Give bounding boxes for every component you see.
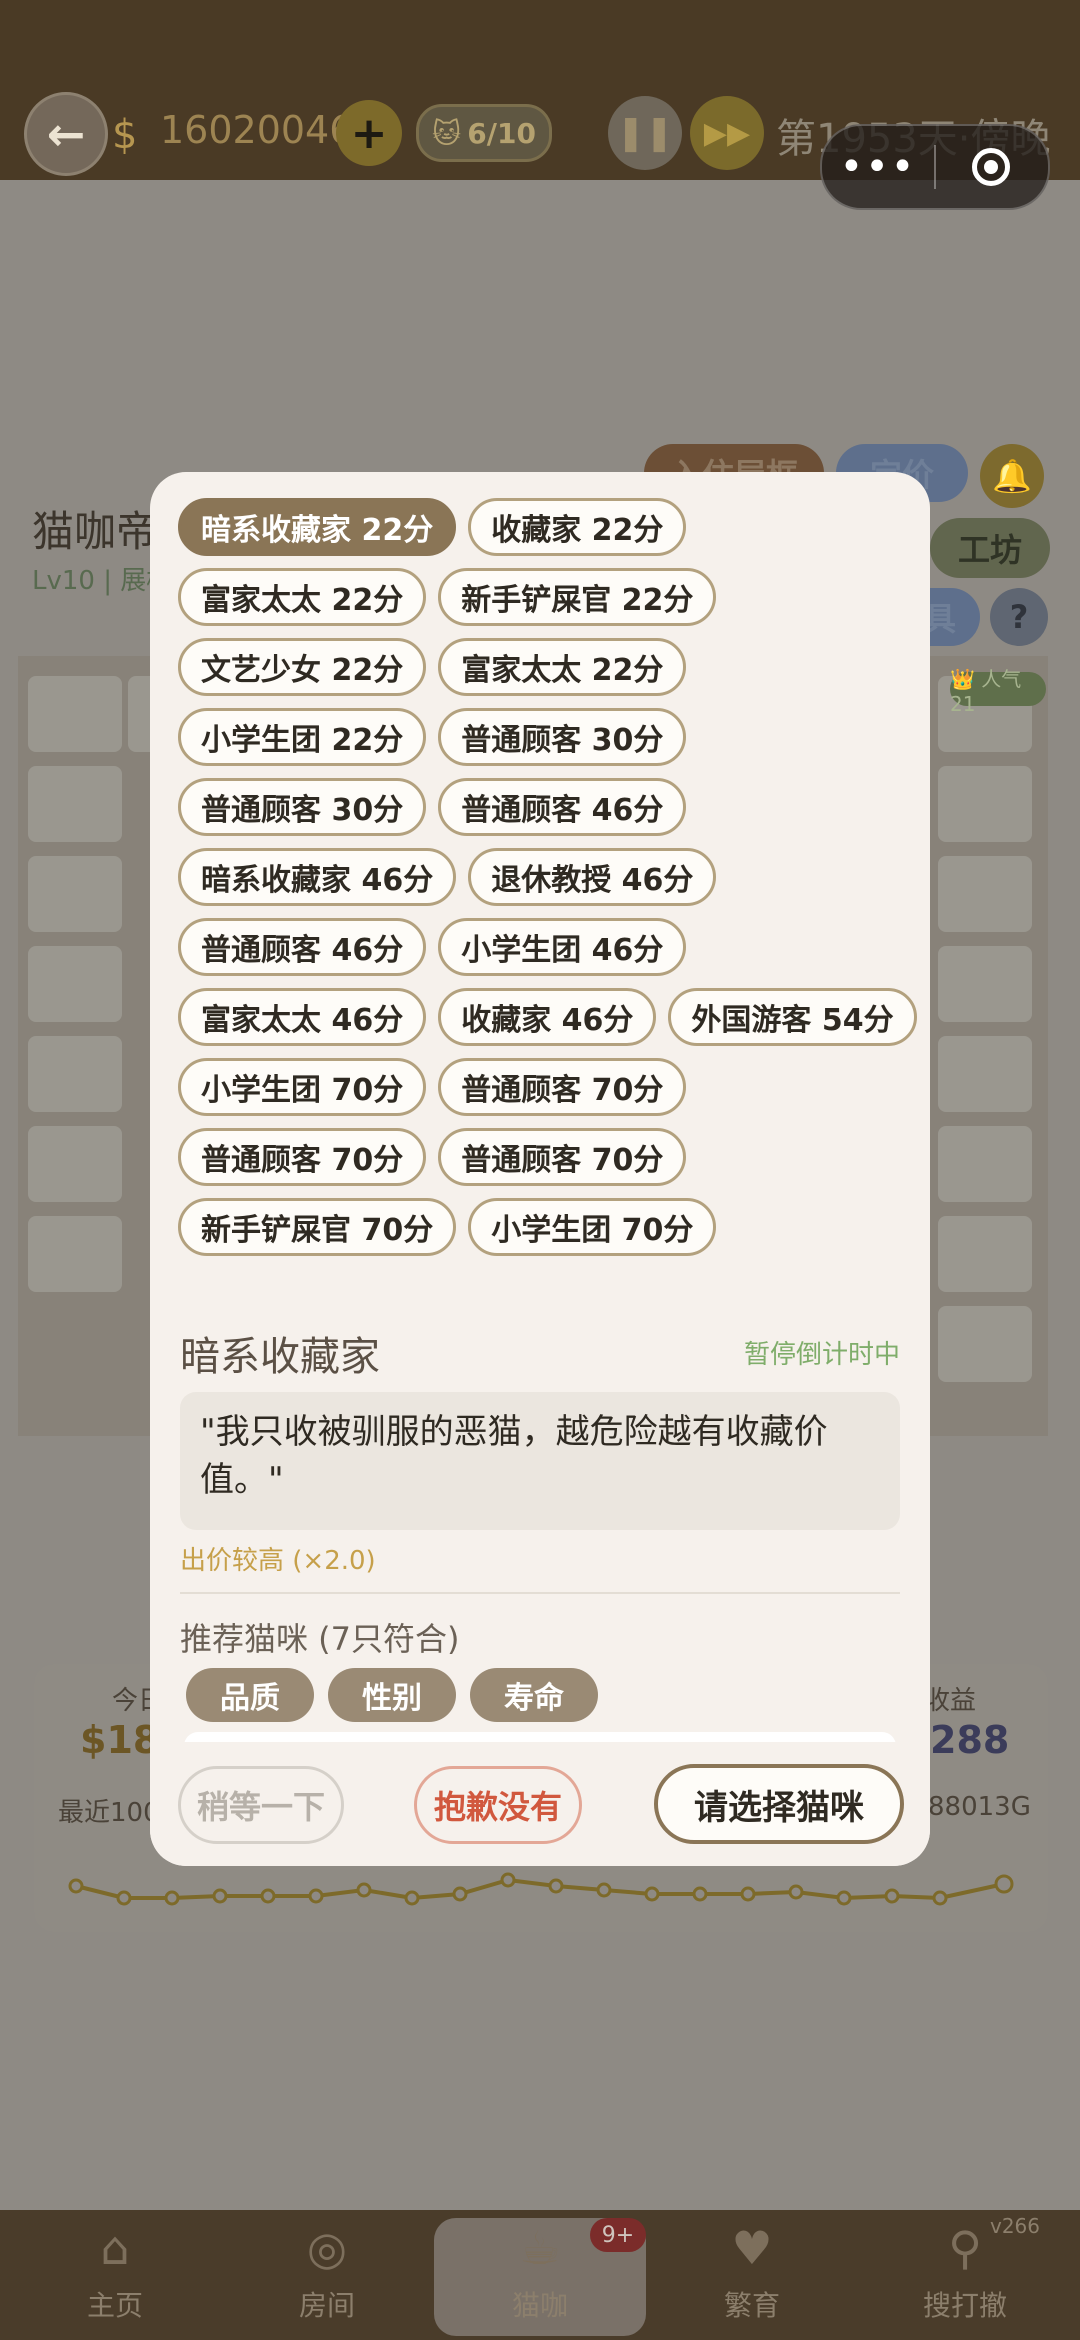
customer-tag[interactable]: 普通顾客 30分 xyxy=(438,708,687,766)
nav-breeding[interactable]: ♥ 繁育 xyxy=(677,2218,827,2324)
wait-button[interactable]: 稍等一下 xyxy=(178,1766,344,1844)
workshop-button[interactable]: 工坊 xyxy=(930,518,1050,578)
customer-tag[interactable]: 普通顾客 70分 xyxy=(438,1128,687,1186)
nav-breeding-label: 繁育 xyxy=(723,2289,780,2322)
customer-tag[interactable]: 小学生团 46分 xyxy=(438,918,687,976)
version-label: v266 xyxy=(990,2214,1041,2238)
more-options-icon[interactable]: ••• xyxy=(822,144,934,190)
help-icon[interactable]: ? xyxy=(990,588,1048,646)
close-miniprogram-button[interactable] xyxy=(936,148,1046,186)
notification-badge: 9+ xyxy=(590,2218,646,2252)
customer-tag[interactable]: 普通顾客 30分 xyxy=(178,778,427,836)
back-arrow-icon[interactable]: ← xyxy=(24,92,108,176)
close-ring-icon xyxy=(972,148,1010,186)
customer-tag[interactable]: 暗系收藏家 46分 xyxy=(178,848,457,906)
customer-modal: 暗系收藏家 22分 收藏家 22分 富家太太 22分 新手铲屎官 22分 文艺少… xyxy=(150,472,930,1866)
customer-tag[interactable]: 收藏家 22分 xyxy=(468,498,687,556)
customer-tag[interactable]: 富家太太 46分 xyxy=(178,988,427,1046)
customer-tag-list: 暗系收藏家 22分 收藏家 22分 富家太太 22分 新手铲屎官 22分 文艺少… xyxy=(178,498,917,1268)
money-balance: 16020046 xyxy=(160,108,354,152)
earnings-value: 288 xyxy=(930,1718,1010,1762)
nav-search-label: 搜打撤 xyxy=(922,2289,1007,2322)
pause-icon[interactable]: ❚❚ xyxy=(608,96,682,170)
filter-gender[interactable]: 性别 xyxy=(328,1668,456,1722)
recommend-title: 推荐猫咪 (7只符合) xyxy=(180,1620,460,1658)
customer-tag[interactable]: 暗系收藏家 22分 xyxy=(178,498,457,556)
customer-tag[interactable]: 普通顾客 46分 xyxy=(438,778,687,836)
customer-tag[interactable]: 收藏家 46分 xyxy=(438,988,657,1046)
breeding-icon: ♥ xyxy=(731,2221,773,2275)
plus-icon[interactable]: + xyxy=(336,100,402,166)
nav-home[interactable]: ⌂ 主页 xyxy=(40,2218,190,2324)
house-icon: ⌂ xyxy=(100,2221,130,2275)
nav-room-label: 房间 xyxy=(298,2289,355,2322)
filter-lifespan[interactable]: 寿命 xyxy=(470,1668,598,1722)
customer-tag[interactable]: 小学生团 22分 xyxy=(178,708,427,766)
fast-forward-icon[interactable]: ▶▶ xyxy=(690,96,764,170)
customer-tag[interactable]: 普通顾客 46分 xyxy=(178,918,427,976)
cafe-title: 猫咖帝 xyxy=(32,507,159,556)
nav-room[interactable]: ◎ 房间 xyxy=(252,2218,402,2324)
popularity-badge: 👑 人气 21 xyxy=(950,667,1046,716)
cat-icon: 🐱 xyxy=(432,116,462,150)
customer-tag[interactable]: 新手铲屎官 70分 xyxy=(178,1198,457,1256)
select-cat-button[interactable]: 请选择猫咪 xyxy=(654,1764,904,1844)
filter-quality[interactable]: 品质 xyxy=(186,1668,314,1722)
customer-tag[interactable]: 小学生团 70分 xyxy=(178,1058,427,1116)
customer-name: 暗系收藏家 xyxy=(180,1334,380,1380)
countdown-status: 暂停倒计时中 xyxy=(743,1340,900,1370)
customer-tag[interactable]: 普通顾客 70分 xyxy=(178,1128,427,1186)
money-bag-icon: $ xyxy=(112,112,138,158)
room-icon: ◎ xyxy=(306,2221,348,2275)
bell-icon[interactable]: 🔔 xyxy=(980,444,1044,508)
customer-tag[interactable]: 普通顾客 70分 xyxy=(438,1058,687,1116)
customer-tag[interactable]: 新手铲屎官 22分 xyxy=(438,568,717,626)
recent-label: 最近100 xyxy=(58,1798,160,1828)
cat-capacity-pill: 🐱 6/10 xyxy=(416,104,552,162)
customer-tag[interactable]: 外国游客 54分 xyxy=(668,988,917,1046)
nav-cat-cafe-label: 猫咖 xyxy=(511,2289,568,2322)
filter-chips: 品质 性别 寿命 xyxy=(186,1668,598,1722)
divider xyxy=(180,1592,900,1594)
miniprogram-capsule: ••• xyxy=(820,124,1050,210)
customer-tag[interactable]: 富家太太 22分 xyxy=(178,568,427,626)
sorry-none-button[interactable]: 抱歉没有 xyxy=(414,1766,582,1844)
today-value: $18 xyxy=(80,1718,160,1762)
customer-tag[interactable]: 退休教授 46分 xyxy=(468,848,717,906)
customer-quote: "我只收被驯服的恶猫，越危险越有收藏价值。" xyxy=(180,1392,900,1530)
trend-sparkline xyxy=(68,1872,1014,1906)
price-multiplier: 出价较高 (×2.0) xyxy=(180,1546,376,1576)
customer-tag[interactable]: 小学生团 70分 xyxy=(468,1198,717,1256)
customer-tag[interactable]: 文艺少女 22分 xyxy=(178,638,427,696)
cat-capacity: 6/10 xyxy=(467,116,536,150)
earnings-label: 收益 xyxy=(924,1686,977,1716)
recent-total: 88013G xyxy=(928,1792,1031,1822)
nav-home-label: 主页 xyxy=(86,2289,143,2322)
customer-tag[interactable]: 富家太太 22分 xyxy=(438,638,687,696)
